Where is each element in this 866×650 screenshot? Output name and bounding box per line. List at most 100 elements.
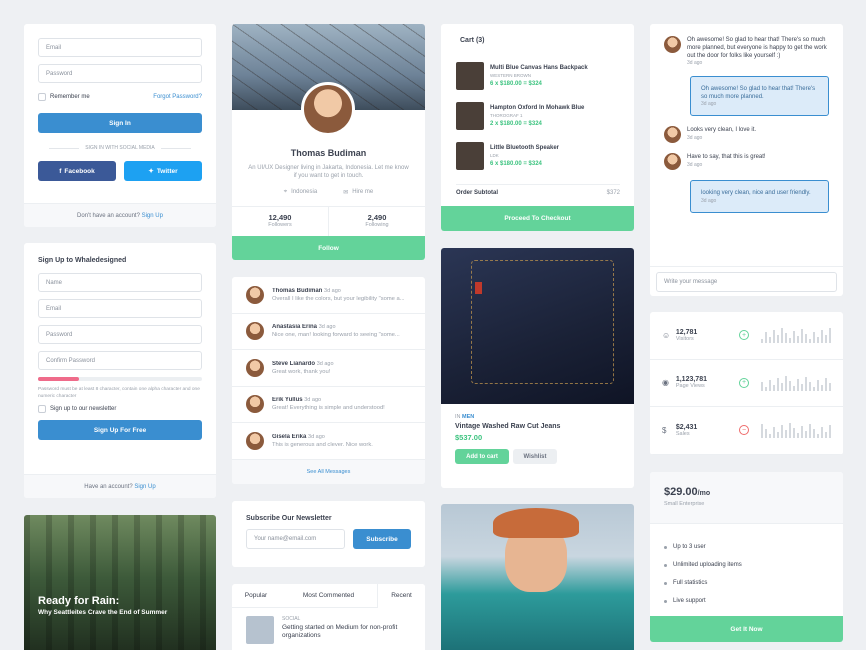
newsletter-title: Subscribe Our Newsletter xyxy=(246,515,332,522)
sign-in-button[interactable]: Sign In xyxy=(38,113,202,133)
jeans-image xyxy=(441,248,634,404)
signin-footer: Don't have an account? Sign Up xyxy=(24,203,216,227)
password-strength-bar xyxy=(38,377,202,381)
comment-item[interactable]: Anastasia Erina 3d ago Nice one, man! lo… xyxy=(232,314,425,350)
comment-time: 3d ago xyxy=(318,324,336,331)
cart-item-brand: LDK xyxy=(490,153,499,158)
product-card: IN MEN Vintage Washed Raw Cut Jeans $537… xyxy=(441,248,634,488)
stat-row: ☺ 12,781 Visitors + xyxy=(650,312,843,360)
tab-most-commented[interactable]: Most Commented xyxy=(280,592,377,599)
cart-card: Cart (3) Multi Blue Canvas Hans Backpack… xyxy=(441,24,634,231)
confirm-password-field[interactable]: Confirm Password xyxy=(38,351,202,370)
newsletter-email-input[interactable]: Your name@email.com xyxy=(246,529,345,549)
location-icon: ⌖ xyxy=(283,188,288,195)
tab-popular[interactable]: Popular xyxy=(232,592,280,599)
comment-author: Thomas Budiman xyxy=(272,287,323,294)
bullet-icon xyxy=(664,581,667,585)
follow-button[interactable]: Follow xyxy=(232,236,425,260)
cart-item-brand: THOROGRAF 1 xyxy=(490,113,523,118)
category-link[interactable]: MEN xyxy=(462,414,474,420)
password-field[interactable]: Password xyxy=(38,325,202,344)
signup-card: Sign Up to Whaledesigned Name Email Pass… xyxy=(24,243,216,498)
stat-row: ◉ 1,123,781 Page Views + xyxy=(650,360,843,408)
facebook-button[interactable]: f Facebook xyxy=(38,161,116,181)
signup-link[interactable]: Sign Up xyxy=(134,484,155,490)
stat-label: Sales xyxy=(675,430,690,437)
name-field[interactable]: Name xyxy=(38,273,202,292)
proceed-checkout-button[interactable]: Proceed To Checkout xyxy=(441,206,634,231)
message-text: Oh awesome! So glad to hear that! There'… xyxy=(687,37,827,60)
cart-item-brand: WESTERN BROWN xyxy=(490,73,531,78)
comment-item[interactable]: Thomas Budiman 3d ago Overall I like the… xyxy=(232,277,425,314)
comment-item[interactable]: Erik Yullus 3d ago Great! Everything is … xyxy=(232,387,425,423)
subtotal-label: Order Subtotal xyxy=(456,190,499,196)
comment-time: 3d ago xyxy=(316,360,334,367)
cart-item[interactable]: Multi Blue Canvas Hans Backpack WESTERN … xyxy=(456,56,624,96)
bullet-icon xyxy=(664,545,667,549)
get-it-now-button[interactable]: Get It Now xyxy=(650,616,843,642)
avatar xyxy=(664,36,681,53)
profile-avatar xyxy=(301,82,355,136)
stat-value: 12,781 xyxy=(675,328,698,336)
cart-item[interactable]: Little Bluetooth Speaker LDK 6 x $180.00… xyxy=(456,136,624,176)
stat-row: $ $2,431 Sales − xyxy=(650,407,843,455)
subtotal-value: $372 xyxy=(606,190,620,196)
product-thumbnail xyxy=(456,102,484,130)
post-thumbnail xyxy=(246,616,274,644)
avatar xyxy=(246,395,264,414)
comment-item[interactable]: Steve Lianardo 3d ago Great work, thank … xyxy=(232,350,425,387)
stat-label: Page Views xyxy=(675,383,705,390)
message-time: 3d ago xyxy=(701,197,717,204)
forgot-password-link[interactable]: Forgot Password? xyxy=(153,94,202,100)
received-message: Looks very clean, I love it. 3d ago xyxy=(664,126,829,144)
received-message: Oh awesome! So glad to hear that! There'… xyxy=(664,36,829,66)
plan-feature: Live support xyxy=(664,592,829,610)
avatar xyxy=(246,322,264,341)
wishlist-button[interactable]: Wishlist xyxy=(513,449,557,464)
cart-title: Cart (3) xyxy=(460,37,485,44)
message-time: 3d ago xyxy=(701,101,717,108)
sign-up-free-button[interactable]: Sign Up For Free xyxy=(38,420,202,441)
plan-period: /mo xyxy=(697,490,711,497)
received-message: Have to say, that this is great! 3d ago xyxy=(664,153,829,171)
message-time: 3d ago xyxy=(687,161,703,168)
email-field[interactable]: Email xyxy=(38,299,202,318)
sparkline xyxy=(761,422,831,439)
chat-message-input[interactable]: Write your message xyxy=(656,272,837,292)
twitter-button[interactable]: ✦ Twitter xyxy=(124,161,202,181)
stat-value: 1,123,781 xyxy=(675,376,707,384)
subscribe-button[interactable]: Subscribe xyxy=(353,529,411,549)
message-text: Oh awesome! So glad to hear that! There'… xyxy=(701,86,816,101)
newsletter-checkbox[interactable] xyxy=(38,405,46,414)
cart-item[interactable]: Hampton Oxford In Mohawk Blue THOROGRAF … xyxy=(456,96,624,136)
remember-label: Remember me xyxy=(50,94,90,100)
signup-link[interactable]: Sign Up xyxy=(142,213,163,219)
twitter-icon: ✦ xyxy=(148,168,154,175)
plan-feature: Unlimited uploading items xyxy=(664,556,829,574)
cart-item-name: Multi Blue Canvas Hans Backpack xyxy=(490,65,588,71)
tab-recent[interactable]: Recent xyxy=(377,584,425,608)
newsletter-card: Subscribe Our Newsletter Your name@email… xyxy=(232,501,425,567)
blog-card[interactable]: Ready for Rain: Why Seattleites Crave th… xyxy=(24,515,216,650)
product-name: Vintage Washed Raw Cut Jeans xyxy=(455,423,561,430)
chat-card: Oh awesome! So glad to hear that! There'… xyxy=(650,24,843,296)
blog-title: Ready for Rain: xyxy=(38,595,120,607)
see-all-messages-link[interactable]: See All Messages xyxy=(232,460,425,484)
comment-item[interactable]: Gisela Erika 3d ago This is generous and… xyxy=(232,423,425,460)
add-to-cart-button[interactable]: Add to cart xyxy=(455,449,509,464)
comment-text: This is generous and clever. Nice work. xyxy=(272,441,373,448)
post-tag: SOCIAL xyxy=(282,616,301,622)
newsletter-label: Sign up to our newsletter xyxy=(50,406,117,413)
post-title[interactable]: Getting started on Medium for non-profit… xyxy=(282,624,411,641)
blog-subtitle: Why Seattleites Crave the End of Summer xyxy=(38,609,168,616)
comment-text: Overall I like the colors, but your legi… xyxy=(272,295,405,302)
message-text: Looks very clean, I love it. xyxy=(687,127,757,134)
password-field[interactable]: Password xyxy=(38,64,202,83)
pricing-card: $29.00/mo Small Enterprise Up to 3 user U… xyxy=(650,472,843,642)
cart-item-price: 6 x $180.00 = $324 xyxy=(490,81,542,87)
comment-author: Gisela Erika xyxy=(272,433,307,440)
remember-checkbox[interactable] xyxy=(38,93,46,101)
email-field[interactable]: Email xyxy=(38,38,202,57)
hire-me-link[interactable]: ✉ Hire me xyxy=(343,189,373,196)
avatar xyxy=(664,153,681,171)
